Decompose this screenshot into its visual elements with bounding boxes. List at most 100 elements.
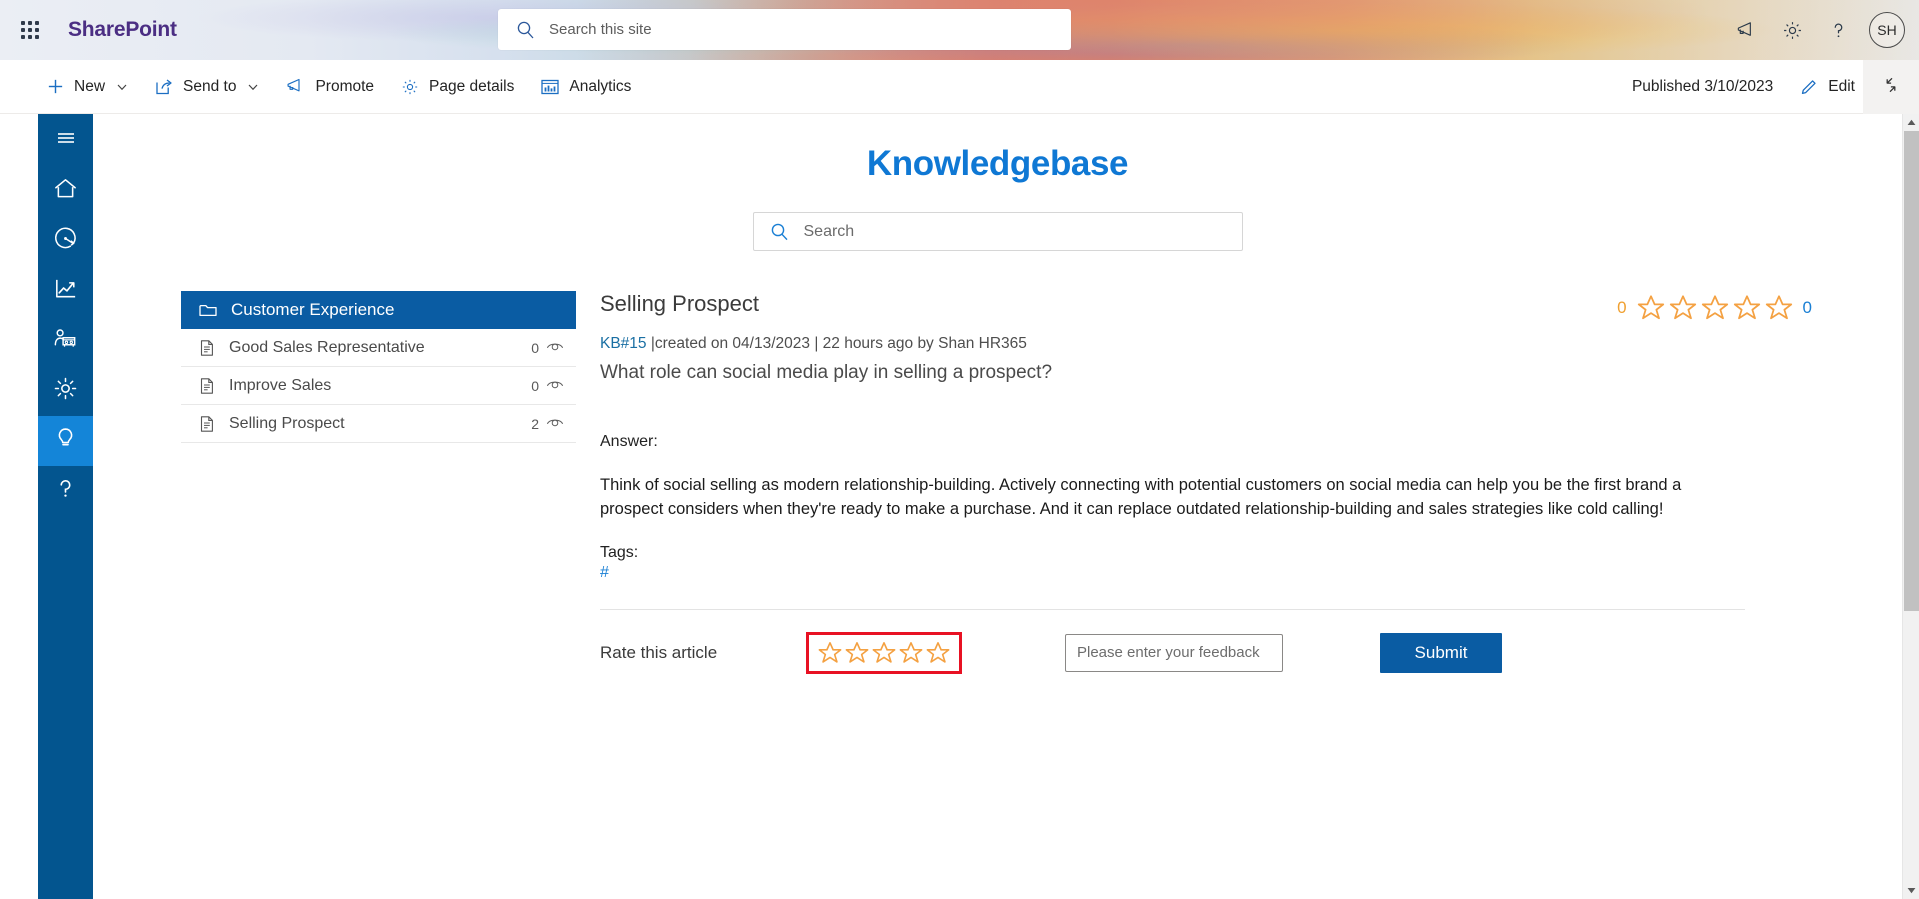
scroll-down-arrow[interactable] [1903, 882, 1919, 899]
app-launcher-button[interactable] [6, 6, 54, 54]
chevron-down-icon [247, 81, 259, 93]
analytics-icon [540, 77, 560, 97]
scroll-up-arrow[interactable] [1903, 114, 1919, 131]
list-item[interactable]: Good Sales Representative 0 [181, 329, 576, 367]
document-icon [198, 377, 216, 395]
sidebar-item-settings[interactable] [38, 366, 93, 416]
send-to-label: Send to [183, 77, 237, 95]
chevron-down-icon [116, 81, 128, 93]
rate-star-input[interactable] [806, 631, 962, 674]
star-rating-readonly [1636, 293, 1794, 323]
gauge-icon [52, 225, 79, 257]
avatar[interactable]: SH [1869, 12, 1905, 48]
gear-icon[interactable] [1769, 6, 1815, 54]
send-to-button[interactable]: Send to [144, 67, 269, 107]
published-status: Published 3/10/2023 [1631, 78, 1774, 95]
collapse-button[interactable] [1863, 60, 1919, 114]
kb-main-layout: Customer Experience Good Sales Represent… [93, 291, 1902, 674]
megaphone-icon [285, 76, 306, 97]
list-item-title: Good Sales Representative [229, 338, 425, 356]
collapse-icon [1881, 75, 1901, 100]
chart-trend-icon [52, 275, 79, 307]
people-presentation-icon [52, 325, 79, 357]
page-details-button[interactable]: Page details [390, 67, 524, 107]
category-header-label: Customer Experience [231, 300, 395, 319]
star-icon [926, 641, 950, 663]
megaphone-icon[interactable] [1723, 6, 1769, 54]
help-icon[interactable] [1815, 6, 1861, 54]
analytics-button[interactable]: Analytics [530, 67, 641, 107]
document-icon [198, 339, 216, 357]
list-item-title: Improve Sales [229, 376, 332, 394]
vertical-nav-rail [38, 114, 93, 899]
suite-bar-actions: SH [1723, 0, 1919, 60]
star-icon [1637, 295, 1664, 320]
waffle-icon [21, 21, 39, 39]
article-header: Selling Prospect 0 0 [600, 291, 1812, 323]
article-question: What role can social media play in selli… [600, 362, 1053, 383]
view-count: 0 [531, 340, 564, 356]
page-body: Knowledgebase Customer Experience [0, 114, 1919, 899]
gear-icon [400, 77, 420, 97]
rate-article-section: Rate this article Submit [600, 631, 1812, 674]
site-search-input[interactable] [547, 20, 1035, 39]
eye-icon [546, 416, 564, 432]
tag-value[interactable]: # [600, 564, 1812, 582]
article-rating-display: 0 0 [1617, 293, 1812, 323]
answer-body: Think of social selling as modern relati… [600, 476, 1682, 519]
view-count: 0 [531, 378, 564, 394]
article-kb-id[interactable]: KB#15 [600, 335, 647, 352]
kb-search-wrapper [93, 212, 1902, 251]
list-item-title: Selling Prospect [229, 414, 345, 432]
hamburger-icon [53, 125, 79, 156]
promote-button[interactable]: Promote [275, 67, 384, 107]
page-title: Knowledgebase [866, 144, 1129, 183]
star-icon [1701, 295, 1728, 320]
pencil-icon [1799, 77, 1819, 97]
send-to-icon [154, 77, 174, 97]
rating-average: 0 [1617, 298, 1627, 317]
rating-count: 0 [1802, 298, 1812, 317]
answer-label: Answer: [600, 433, 658, 450]
feedback-input[interactable] [1065, 633, 1283, 672]
list-item[interactable]: Selling Prospect 2 [181, 405, 576, 443]
sidebar-item-home[interactable] [38, 166, 93, 216]
sidebar-item-reports[interactable] [38, 266, 93, 316]
command-bar-right: Published 3/10/2023 Edit [1632, 60, 1919, 114]
category-panel: Customer Experience Good Sales Represent… [181, 291, 576, 674]
article-meta-rest: |created on 04/13/2023 | 22 hours ago by… [646, 335, 1027, 352]
sidebar-item-dashboard[interactable] [38, 216, 93, 266]
sidebar-item-help[interactable] [38, 466, 93, 516]
folder-icon [198, 300, 218, 320]
sidebar-item-menu[interactable] [38, 114, 93, 166]
view-count-value: 0 [531, 377, 539, 394]
document-icon [198, 415, 216, 433]
new-button[interactable]: New [36, 67, 138, 107]
site-search-box[interactable] [498, 9, 1071, 50]
search-icon [770, 222, 789, 241]
promote-label: Promote [315, 77, 375, 95]
kb-search-input[interactable] [801, 221, 1192, 242]
article-meta: KB#15 |created on 04/13/2023 | 22 hours … [600, 335, 1812, 353]
sharepoint-brand-link[interactable]: SharePoint [68, 18, 177, 42]
submit-button[interactable]: Submit [1380, 632, 1502, 673]
plus-icon [46, 77, 65, 96]
list-item[interactable]: Improve Sales 0 [181, 367, 576, 405]
eye-icon [546, 340, 564, 356]
edit-button[interactable]: Edit [1791, 67, 1863, 107]
tags-label: Tags: [600, 543, 639, 561]
gear-icon [52, 375, 79, 407]
view-count-value: 2 [531, 415, 539, 432]
left-spacer [0, 114, 38, 899]
kb-search-box[interactable] [752, 212, 1243, 251]
category-header-customer-experience[interactable]: Customer Experience [181, 291, 576, 329]
scrollbar-thumb[interactable] [1904, 131, 1919, 611]
sidebar-item-teams[interactable] [38, 316, 93, 366]
vertical-scrollbar[interactable] [1902, 114, 1919, 899]
rate-article-label: Rate this article [600, 642, 718, 662]
main-content: Knowledgebase Customer Experience [93, 114, 1902, 899]
analytics-label: Analytics [569, 77, 632, 95]
page-details-label: Page details [429, 77, 515, 95]
view-count: 2 [531, 416, 564, 432]
sidebar-item-knowledgebase[interactable] [38, 416, 93, 466]
